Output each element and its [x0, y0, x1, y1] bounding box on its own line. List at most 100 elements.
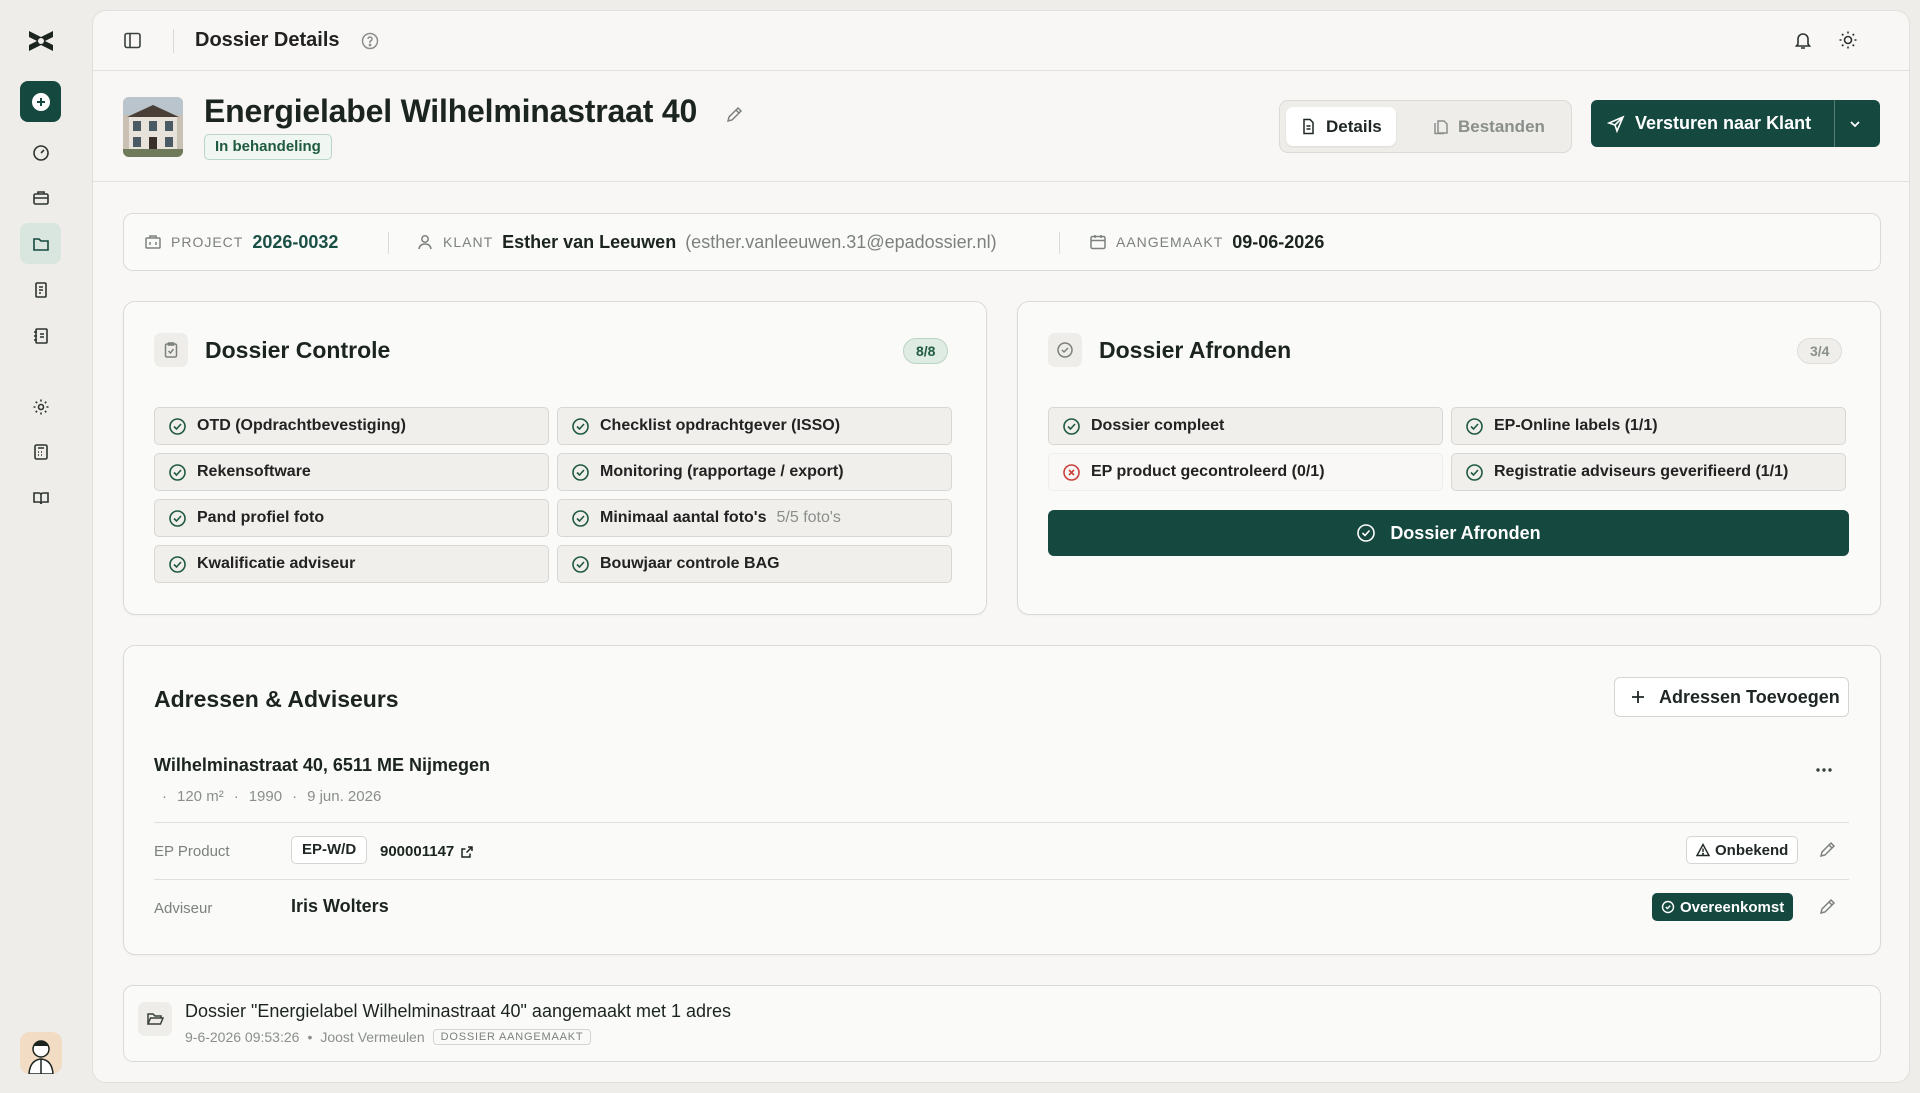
nav-dashboard[interactable] — [20, 132, 61, 173]
check-item-label: Rekensoftware — [197, 463, 311, 480]
check-circle-icon — [169, 463, 186, 481]
check-item[interactable]: Bouwjaar controle BAG — [557, 545, 952, 583]
ep-number-link[interactable]: 900001147 — [380, 843, 474, 860]
activity-message: Dossier "Energielabel Wilhelminastraat 4… — [185, 1001, 732, 1021]
ep-product-tag: EP-W/D — [291, 836, 368, 864]
meta-client: Klant Esther van Leeuwen (esther.vanleeu… — [416, 214, 997, 270]
nav-invoices[interactable] — [20, 269, 61, 310]
dossier-afronden-button[interactable]: Dossier Afronden — [1048, 510, 1849, 556]
check-circle-icon — [572, 417, 589, 435]
dossier-header: Energielabel Wilhelminastraat 40 In beha… — [93, 71, 1909, 182]
check-item-label: EP-Online labels (1/1) — [1494, 417, 1658, 434]
theme-toggle-button[interactable] — [1838, 30, 1858, 50]
pencil-icon — [1819, 841, 1836, 858]
check-item[interactable]: Pand profiel foto — [154, 499, 549, 537]
addresses-card: Adressen & Adviseurs Adressen Toevoegen … — [123, 645, 1881, 955]
calculator-icon — [33, 443, 48, 460]
logo-icon[interactable] — [26, 26, 56, 56]
notebook-icon — [33, 327, 48, 344]
help-icon[interactable] — [361, 32, 379, 50]
check-item[interactable]: Registratie adviseurs geverifieerd (1/1) — [1451, 453, 1846, 491]
view-tabs: Details Bestanden — [1279, 100, 1572, 153]
check-item-label: EP product gecontroleerd (0/1) — [1091, 463, 1325, 480]
check-item[interactable]: Kwalificatie adviseur — [154, 545, 549, 583]
sun-icon — [1839, 31, 1857, 49]
ep-status-badge: Onbekend — [1686, 836, 1799, 864]
created-label: Aangemaakt — [1116, 234, 1224, 250]
new-dossier-button[interactable] — [20, 81, 61, 122]
send-to-client-button[interactable]: Versturen naar Klant — [1591, 100, 1880, 147]
check-circle-icon — [1063, 417, 1080, 435]
dossier-title: Energielabel Wilhelminastraat 40 — [204, 93, 698, 129]
activity-log-entry: Dossier "Energielabel Wilhelminastraat 4… — [123, 985, 1881, 1062]
add-addresses-label: Adressen Toevoegen — [1659, 686, 1840, 707]
dossier-afronden-label: Dossier Afronden — [1390, 522, 1541, 543]
check-circle-icon — [1357, 524, 1376, 542]
address-details: · 120 m² · 1990 · 9 jun. 2026 — [162, 788, 381, 805]
separator: · — [162, 788, 167, 805]
meta-created: Aangemaakt 09-06-2026 — [1089, 214, 1324, 270]
divider — [173, 29, 174, 53]
plus-icon — [1632, 691, 1644, 703]
sidebar-toggle-button[interactable] — [123, 31, 142, 50]
notifications-button[interactable] — [1793, 30, 1813, 50]
divider — [388, 232, 389, 254]
dossier-meta-bar: Project 2026-0032 Klant Esther van Leeuw… — [123, 213, 1881, 271]
check-item-failed[interactable]: EP product gecontroleerd (0/1) — [1048, 453, 1443, 491]
project-number[interactable]: 2026-0032 — [252, 232, 338, 253]
advisor-label: Adviseur — [154, 900, 213, 917]
check-item[interactable]: Monitoring (rapportage / export) — [557, 453, 952, 491]
book-icon — [32, 491, 49, 504]
topbar: Dossier Details — [93, 11, 1909, 71]
check-item-label: Dossier compleet — [1091, 417, 1225, 434]
edit-title-button[interactable] — [725, 104, 745, 124]
address-date: 9 jun. 2026 — [307, 788, 382, 805]
nav-contacts[interactable] — [20, 315, 61, 356]
activity-timestamp: 9-6-2026 09:53:26 — [185, 1029, 300, 1045]
bell-icon — [1794, 33, 1812, 49]
nav-calculator[interactable] — [20, 431, 61, 472]
page-title: Dossier Details — [195, 29, 340, 51]
address-year: 1990 — [248, 788, 283, 805]
nav-settings[interactable] — [20, 386, 61, 427]
user-icon — [418, 235, 432, 250]
nav-dossiers[interactable] — [20, 223, 61, 264]
folder-icon — [32, 237, 49, 251]
nav-docs[interactable] — [20, 477, 61, 518]
edit-ep-product-button[interactable] — [1818, 839, 1838, 859]
check-item[interactable]: Minimaal aantal foto's 5/5 foto's — [557, 499, 952, 537]
divider — [1059, 232, 1060, 254]
property-thumbnail — [123, 97, 183, 157]
more-options-button[interactable] — [1814, 760, 1834, 780]
check-item[interactable]: Rekensoftware — [154, 453, 549, 491]
client-name: Esther van Leeuwen — [502, 231, 677, 252]
nav-projects[interactable] — [20, 177, 61, 218]
divider — [154, 822, 1849, 823]
files-icon — [1434, 120, 1448, 135]
send-label: Versturen naar Klant — [1635, 113, 1812, 133]
tab-files[interactable]: Bestanden — [1418, 107, 1559, 146]
check-circle-icon — [572, 509, 589, 527]
tab-files-label: Bestanden — [1458, 116, 1545, 136]
check-item-label: Registratie adviseurs geverifieerd (1/1) — [1494, 463, 1789, 480]
tab-details[interactable]: Details — [1286, 107, 1396, 146]
left-rail — [0, 0, 92, 1093]
check-item[interactable]: EP-Online labels (1/1) — [1451, 407, 1846, 445]
check-circle-icon — [1048, 333, 1082, 367]
check-item[interactable]: Dossier compleet — [1048, 407, 1443, 445]
project-label: Project — [171, 234, 244, 250]
add-addresses-button[interactable]: Adressen Toevoegen — [1614, 677, 1849, 717]
address-area: 120 m² — [177, 788, 224, 805]
dossier-afronden-card: Dossier Afronden 3/4 Dossier compleet EP… — [1017, 301, 1881, 615]
chevron-down-icon[interactable] — [1847, 116, 1863, 132]
address-line: Wilhelminastraat 40, 6511 ME Nijmegen — [154, 755, 490, 775]
edit-advisor-button[interactable] — [1818, 896, 1838, 916]
check-item[interactable]: OTD (Opdrachtbevestiging) — [154, 407, 549, 445]
avatar[interactable] — [20, 1032, 62, 1074]
advisor-status-badge: Overeenkomst — [1652, 893, 1794, 921]
send-main-action[interactable]: Versturen naar Klant — [1591, 100, 1834, 147]
check-item-label: OTD (Opdrachtbevestiging) — [197, 417, 406, 434]
activity-type-tag: Dossier aangemaakt — [432, 1029, 592, 1045]
check-item[interactable]: Checklist opdrachtgever (ISSO) — [557, 407, 952, 445]
clipboard-check-icon — [154, 333, 188, 367]
